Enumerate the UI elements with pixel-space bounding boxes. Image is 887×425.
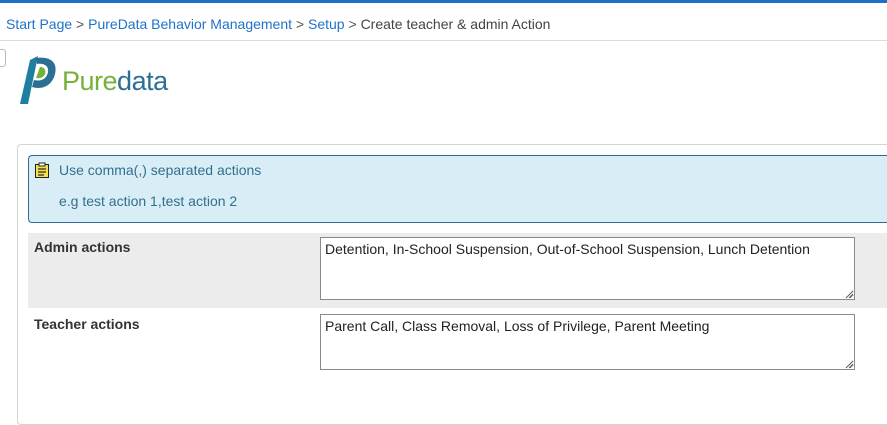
admin-actions-row: Admin actions Detention, In-School Suspe… xyxy=(28,233,887,308)
breadcrumb: Start Page > PureData Behavior Managemen… xyxy=(6,15,550,33)
header-divider xyxy=(0,40,887,41)
resize-grip-icon[interactable] xyxy=(845,360,854,369)
teacher-actions-textarea[interactable]: Parent Call, Class Removal, Loss of Priv… xyxy=(320,314,855,370)
logo-word-pure: Pure xyxy=(62,66,118,96)
breadcrumb-start-page[interactable]: Start Page xyxy=(6,16,72,32)
info-instruction: Use comma(,) separated actions xyxy=(59,162,262,178)
teacher-actions-row: Teacher actions Parent Call, Class Remov… xyxy=(28,310,887,378)
breadcrumb-separator: > xyxy=(76,16,85,32)
resize-grip-icon[interactable] xyxy=(845,290,854,299)
logo-wordmark: Puredata xyxy=(62,66,168,97)
puredata-logo-mark-icon xyxy=(20,56,56,104)
info-alert: Use comma(,) separated actions e.g test … xyxy=(28,155,887,223)
breadcrumb-current: Create teacher & admin Action xyxy=(360,16,551,32)
side-collapse-tab[interactable] xyxy=(0,49,6,67)
top-accent-bar xyxy=(0,0,887,3)
admin-actions-label: Admin actions xyxy=(34,239,131,255)
logo-word-data: data xyxy=(117,66,168,96)
breadcrumb-separator: > xyxy=(295,16,305,32)
admin-actions-textarea[interactable]: Detention, In-School Suspension, Out-of-… xyxy=(320,237,855,300)
breadcrumb-behavior-management[interactable]: PureData Behavior Management xyxy=(88,16,292,32)
clipboard-icon xyxy=(35,162,49,178)
teacher-actions-label: Teacher actions xyxy=(34,316,140,332)
breadcrumb-setup[interactable]: Setup xyxy=(308,16,345,32)
breadcrumb-separator: > xyxy=(348,16,357,32)
puredata-logo: Puredata xyxy=(20,54,168,106)
info-example: e.g test action 1,test action 2 xyxy=(59,193,238,209)
